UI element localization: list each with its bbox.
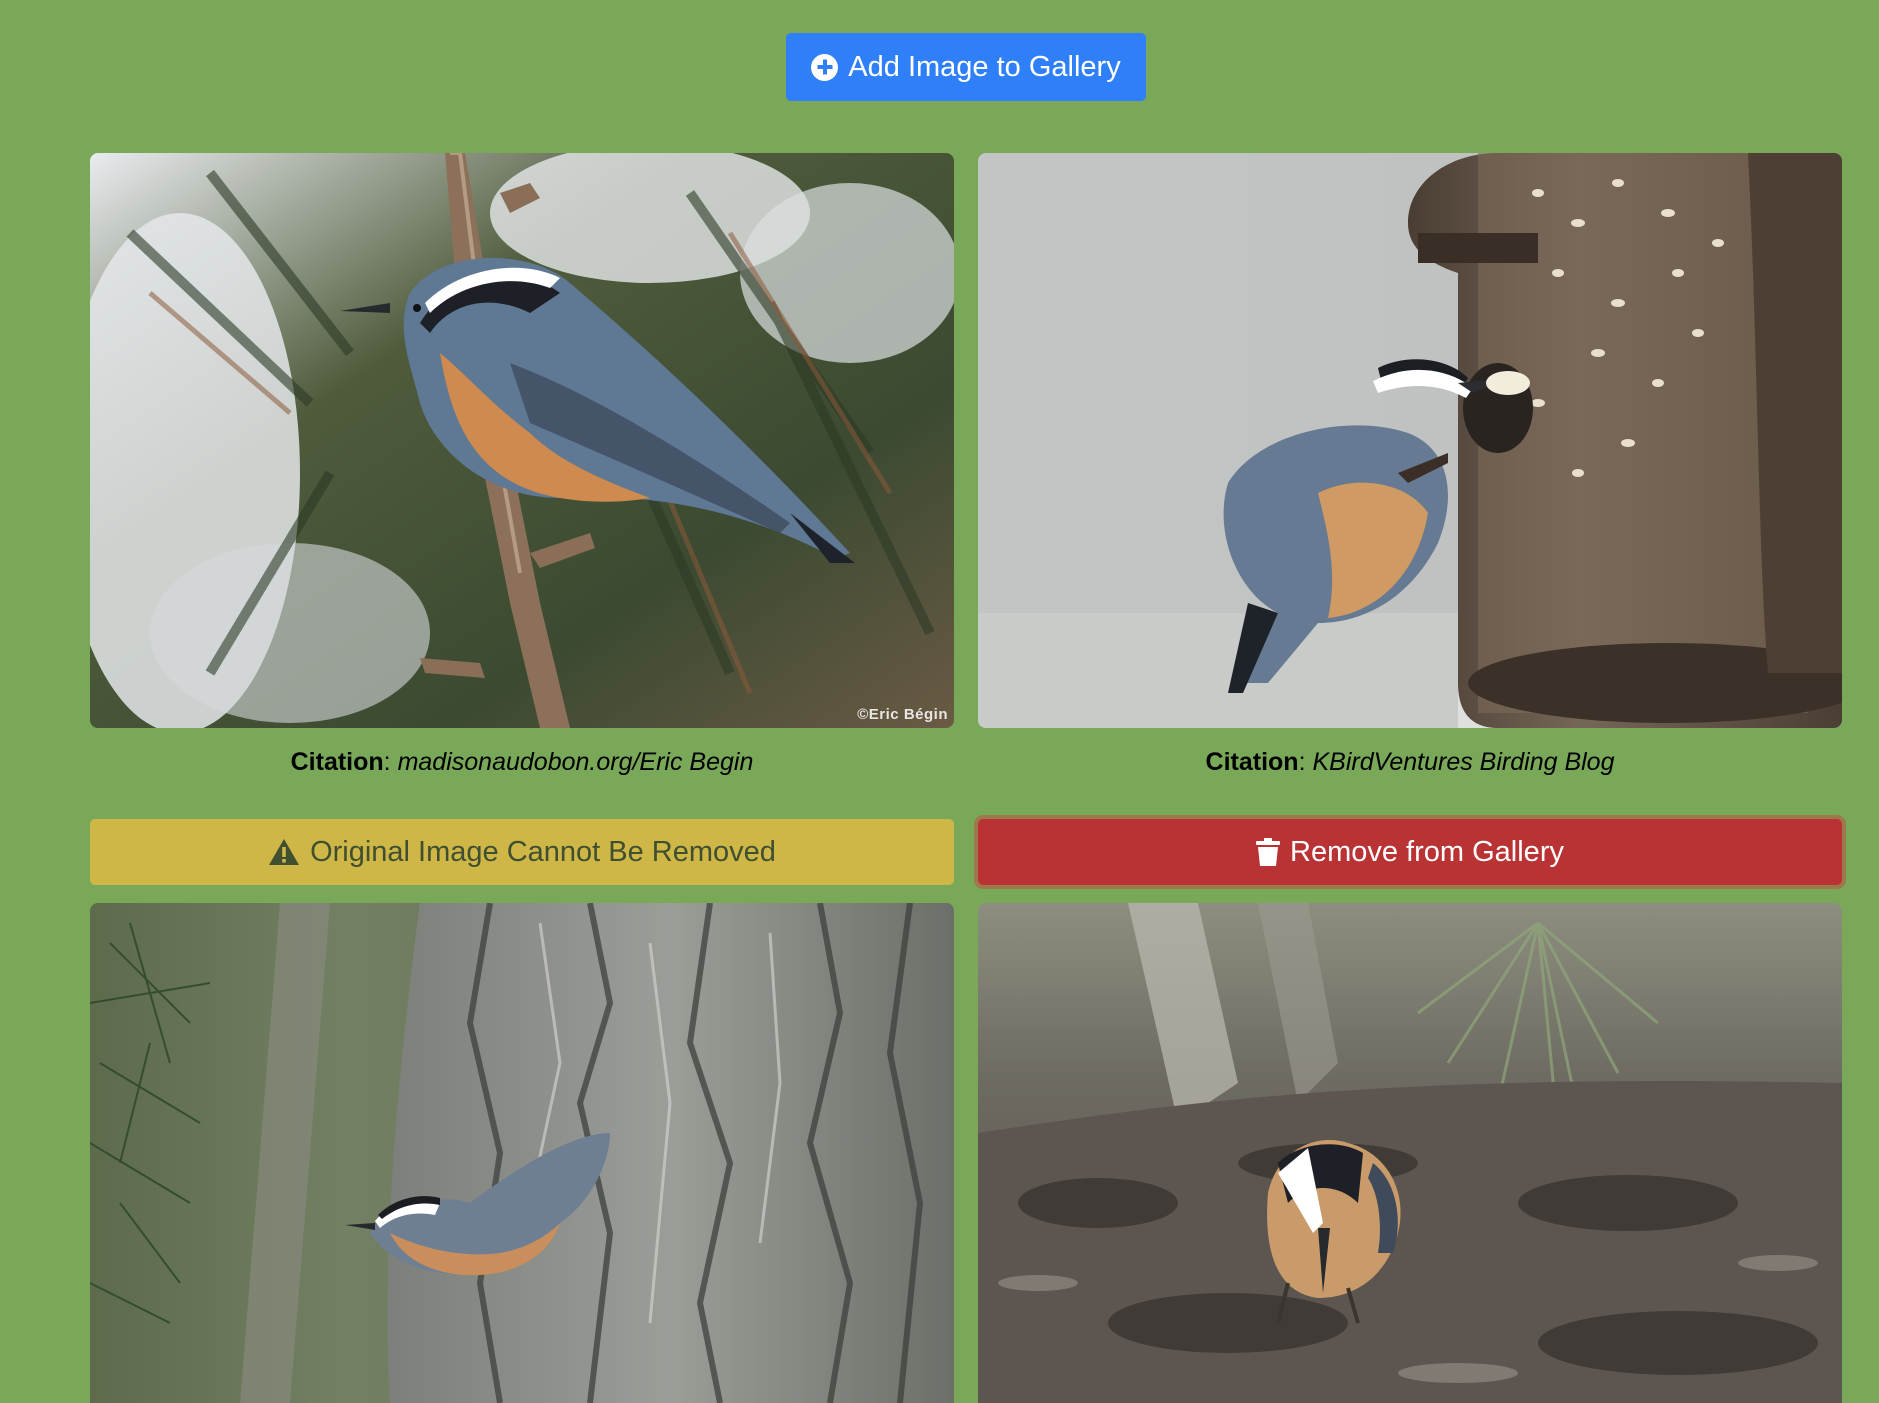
citation-separator: :	[383, 748, 391, 776]
citation-separator: :	[1298, 748, 1306, 776]
nuthatch-feeder-photo	[978, 153, 1842, 728]
gallery-image: ©Eric Bégin	[90, 153, 954, 728]
warning-triangle-icon	[269, 839, 300, 865]
image-citation: Citation: madisonaudobon.org/Eric Begin	[90, 746, 954, 778]
citation-label: Citation	[1205, 748, 1299, 776]
citation-source: madisonaudobon.org/Eric Begin	[397, 748, 754, 776]
remove-label: Remove from Gallery	[1290, 835, 1564, 868]
citation-label: Citation	[290, 748, 384, 776]
gallery-image	[90, 903, 954, 1403]
gallery-image	[978, 903, 1842, 1403]
cannot-remove-button[interactable]: Original Image Cannot Be Removed	[90, 819, 954, 885]
gallery-card: ©Eric Bégin Citation: madisonaudobon.org…	[90, 153, 954, 778]
add-image-button[interactable]: Add Image to Gallery	[786, 33, 1146, 101]
gallery-image	[978, 153, 1842, 728]
cannot-remove-label: Original Image Cannot Be Removed	[310, 835, 776, 868]
gallery-page: Add Image to Gallery ©Eric Bégin Citatio…	[0, 0, 1879, 1403]
gallery-card	[978, 903, 1842, 1403]
add-image-label: Add Image to Gallery	[848, 50, 1121, 83]
gallery-card	[90, 903, 954, 1403]
photo-watermark: ©Eric Bégin	[857, 706, 948, 723]
nuthatch-trunk-photo	[90, 903, 954, 1403]
remove-from-gallery-button[interactable]: Remove from Gallery	[978, 819, 1842, 885]
image-citation: Citation: KBirdVentures Birding Blog	[978, 746, 1842, 778]
citation-source: KBirdVentures Birding Blog	[1312, 748, 1615, 776]
nuthatch-branch-photo	[90, 153, 954, 728]
trash-icon	[1256, 838, 1281, 866]
plus-circle-icon	[811, 53, 839, 81]
nuthatch-ground-photo	[978, 903, 1842, 1403]
gallery-card: Citation: KBirdVentures Birding Blog	[978, 153, 1842, 778]
